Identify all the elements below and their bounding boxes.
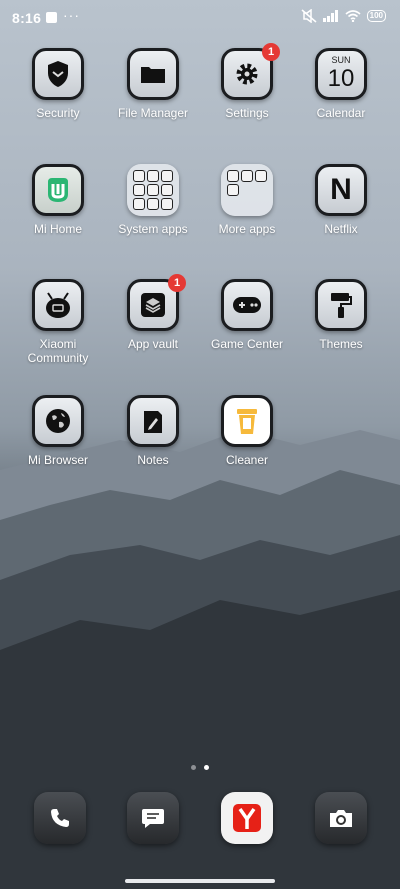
folder-grid-icon (127, 164, 179, 216)
app-mi-browser[interactable]: Mi Browser (11, 395, 105, 467)
trash-icon (221, 395, 273, 447)
page-dot[interactable] (191, 765, 196, 770)
calendar-day: 10 (327, 65, 355, 92)
paint-roller-icon (315, 279, 367, 331)
layers-icon: 1 (127, 274, 186, 331)
gamepad-icon (221, 279, 273, 331)
notes-icon (127, 395, 179, 447)
dock-camera[interactable] (294, 792, 388, 844)
app-mi-home[interactable]: Mi Home (11, 164, 105, 236)
folder-more-apps[interactable]: More apps (200, 164, 294, 236)
app-file-manager[interactable]: File Manager (106, 48, 200, 120)
wifi-icon (345, 10, 361, 22)
shield-icon (32, 48, 84, 100)
calendar-weekday: SUN (331, 55, 351, 65)
notification-icon (46, 12, 57, 23)
app-xiaomi-community[interactable]: Xiaomi Community (11, 279, 105, 365)
app-settings[interactable]: 1 Settings (200, 43, 294, 120)
app-label: Xiaomi Community (27, 337, 89, 365)
app-label: App vault (127, 337, 179, 351)
globe-icon (32, 395, 84, 447)
netflix-glyph: N (330, 173, 352, 206)
app-themes[interactable]: Themes (294, 279, 388, 351)
notification-badge: 1 (168, 274, 186, 292)
netflix-icon: N (315, 164, 367, 216)
app-label: Security (36, 106, 80, 120)
app-security[interactable]: Security (11, 48, 105, 120)
yandex-browser-icon (221, 792, 273, 844)
app-label: Mi Browser (27, 453, 88, 467)
dock-yandex-browser[interactable] (200, 792, 294, 844)
app-label: Cleaner (225, 453, 269, 467)
battery-indicator: 100 (366, 10, 386, 22)
mi-home-icon (32, 164, 84, 216)
app-label: Themes (319, 337, 363, 351)
dock-phone[interactable] (13, 792, 107, 844)
folder-grid-icon (221, 164, 273, 216)
app-label: File Manager (117, 106, 189, 120)
app-label: Settings (225, 106, 269, 120)
calendar-icon: SUN 10 (315, 48, 367, 100)
signal-icon (322, 10, 338, 22)
status-bar: 8:16 ··· 100 (0, 0, 400, 36)
mute-icon (301, 9, 317, 23)
app-label: Calendar (316, 106, 366, 120)
dock-messages[interactable] (106, 792, 200, 844)
app-calendar[interactable]: SUN 10 Calendar (294, 48, 388, 120)
page-dot-active[interactable] (204, 765, 209, 770)
app-game-center[interactable]: Game Center (200, 279, 294, 351)
app-label: Mi Home (33, 222, 82, 236)
messages-icon (127, 792, 179, 844)
notification-badge: 1 (262, 43, 280, 61)
app-cleaner[interactable]: Cleaner (200, 395, 294, 467)
phone-icon (34, 792, 86, 844)
status-time: 8:16 (12, 10, 42, 26)
home-indicator[interactable] (125, 879, 275, 883)
app-label: Netflix (324, 222, 358, 236)
app-netflix[interactable]: N Netflix (294, 164, 388, 236)
community-icon (32, 279, 84, 331)
app-notes[interactable]: Notes (106, 395, 200, 467)
gear-icon: 1 (221, 43, 280, 100)
app-label: Game Center (210, 337, 284, 351)
camera-icon (315, 792, 367, 844)
folder-icon (127, 48, 179, 100)
app-label: System apps (118, 222, 188, 236)
app-label: More apps (218, 222, 276, 236)
folder-system-apps[interactable]: System apps (106, 164, 200, 236)
app-app-vault[interactable]: 1 App vault (106, 274, 200, 351)
more-notifications-icon: ··· (63, 7, 80, 23)
page-indicator[interactable] (0, 757, 400, 775)
app-label: Notes (137, 453, 169, 467)
